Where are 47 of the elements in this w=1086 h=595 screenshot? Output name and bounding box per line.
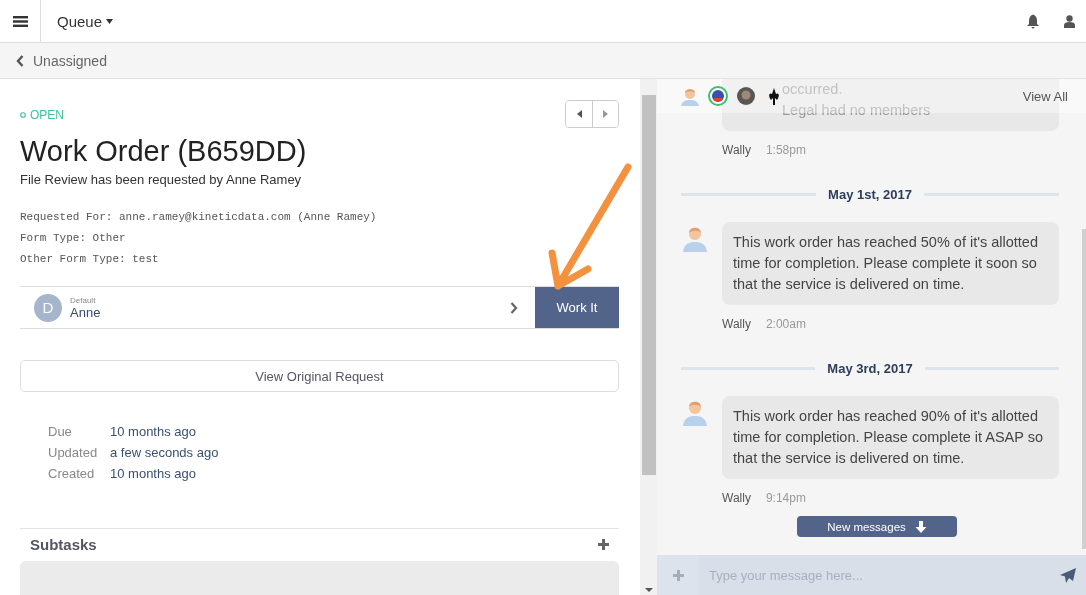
chevron-right-icon[interactable] bbox=[510, 301, 518, 314]
new-messages-button[interactable]: New messages bbox=[797, 516, 957, 537]
date-label: Created bbox=[48, 466, 96, 482]
view-all-link[interactable]: View All bbox=[1022, 88, 1068, 104]
assignee-name: Anne bbox=[70, 304, 102, 320]
message-time: 2:00am bbox=[765, 317, 806, 331]
photo-avatar-icon[interactable] bbox=[736, 86, 756, 106]
status-ring-icon bbox=[20, 112, 26, 118]
team-name: Default bbox=[70, 295, 97, 305]
work-it-button[interactable]: Work It bbox=[535, 287, 619, 328]
detail-line: Other Form Type: test bbox=[20, 252, 160, 267]
work-order-title: Work Order (B659DD) bbox=[20, 134, 308, 169]
message-author: Wally bbox=[722, 491, 751, 505]
chevron-left-icon bbox=[16, 54, 24, 67]
next-button[interactable] bbox=[592, 101, 618, 127]
message-text: This work order has reached 50% of it's allotted time for completion. Please complete it soon so that the service is delivered on time. bbox=[733, 233, 1039, 294]
message-author: Wally bbox=[722, 317, 751, 331]
message-text: This work order has reached 90% of it's allotted time for completion. Please complete it ASAP so that the service is delivered on time. bbox=[733, 407, 1045, 468]
date-value: a few seconds ago bbox=[110, 445, 219, 461]
back-link[interactable]: Unassigned bbox=[16, 52, 107, 69]
message-text: Legal had no members bbox=[782, 101, 931, 120]
date-label: Due bbox=[48, 424, 73, 440]
caret-right-icon bbox=[603, 110, 608, 118]
detail-line: Form Type: Other bbox=[20, 231, 127, 246]
status-label: OPEN bbox=[20, 108, 64, 122]
plus-icon[interactable] bbox=[598, 539, 609, 550]
badge-avatar-icon[interactable] bbox=[708, 86, 728, 106]
caret-icon bbox=[106, 18, 114, 24]
message-time: 1:58pm bbox=[765, 143, 806, 157]
date-divider: May 1st, 2017 bbox=[828, 187, 912, 202]
date-value: 10 months ago bbox=[110, 424, 197, 440]
arrow-down-icon bbox=[914, 520, 927, 533]
bell-icon[interactable] bbox=[1026, 13, 1040, 29]
view-original-request-button[interactable]: View Original Request bbox=[20, 360, 619, 392]
message-author: Wally bbox=[722, 143, 751, 157]
date-value: 10 months ago bbox=[110, 466, 197, 482]
menu-icon[interactable] bbox=[12, 15, 28, 27]
work-order-subtitle: File Review has been requested by Anne Ramey bbox=[20, 172, 303, 187]
date-label: Updated bbox=[48, 445, 99, 461]
message-time: 9:14pm bbox=[765, 491, 806, 505]
date-divider: May 3rd, 2017 bbox=[827, 361, 913, 376]
detail-line: Requested For: anne.ramey@kineticdata.com (Anne Ramey) bbox=[20, 210, 378, 225]
caret-left-icon bbox=[576, 110, 582, 118]
team-avatar: D bbox=[34, 293, 62, 322]
subtasks-heading: Subtasks bbox=[30, 536, 97, 553]
user-icon[interactable] bbox=[1064, 14, 1075, 28]
queue-dropdown[interactable]: Queue bbox=[57, 12, 114, 30]
